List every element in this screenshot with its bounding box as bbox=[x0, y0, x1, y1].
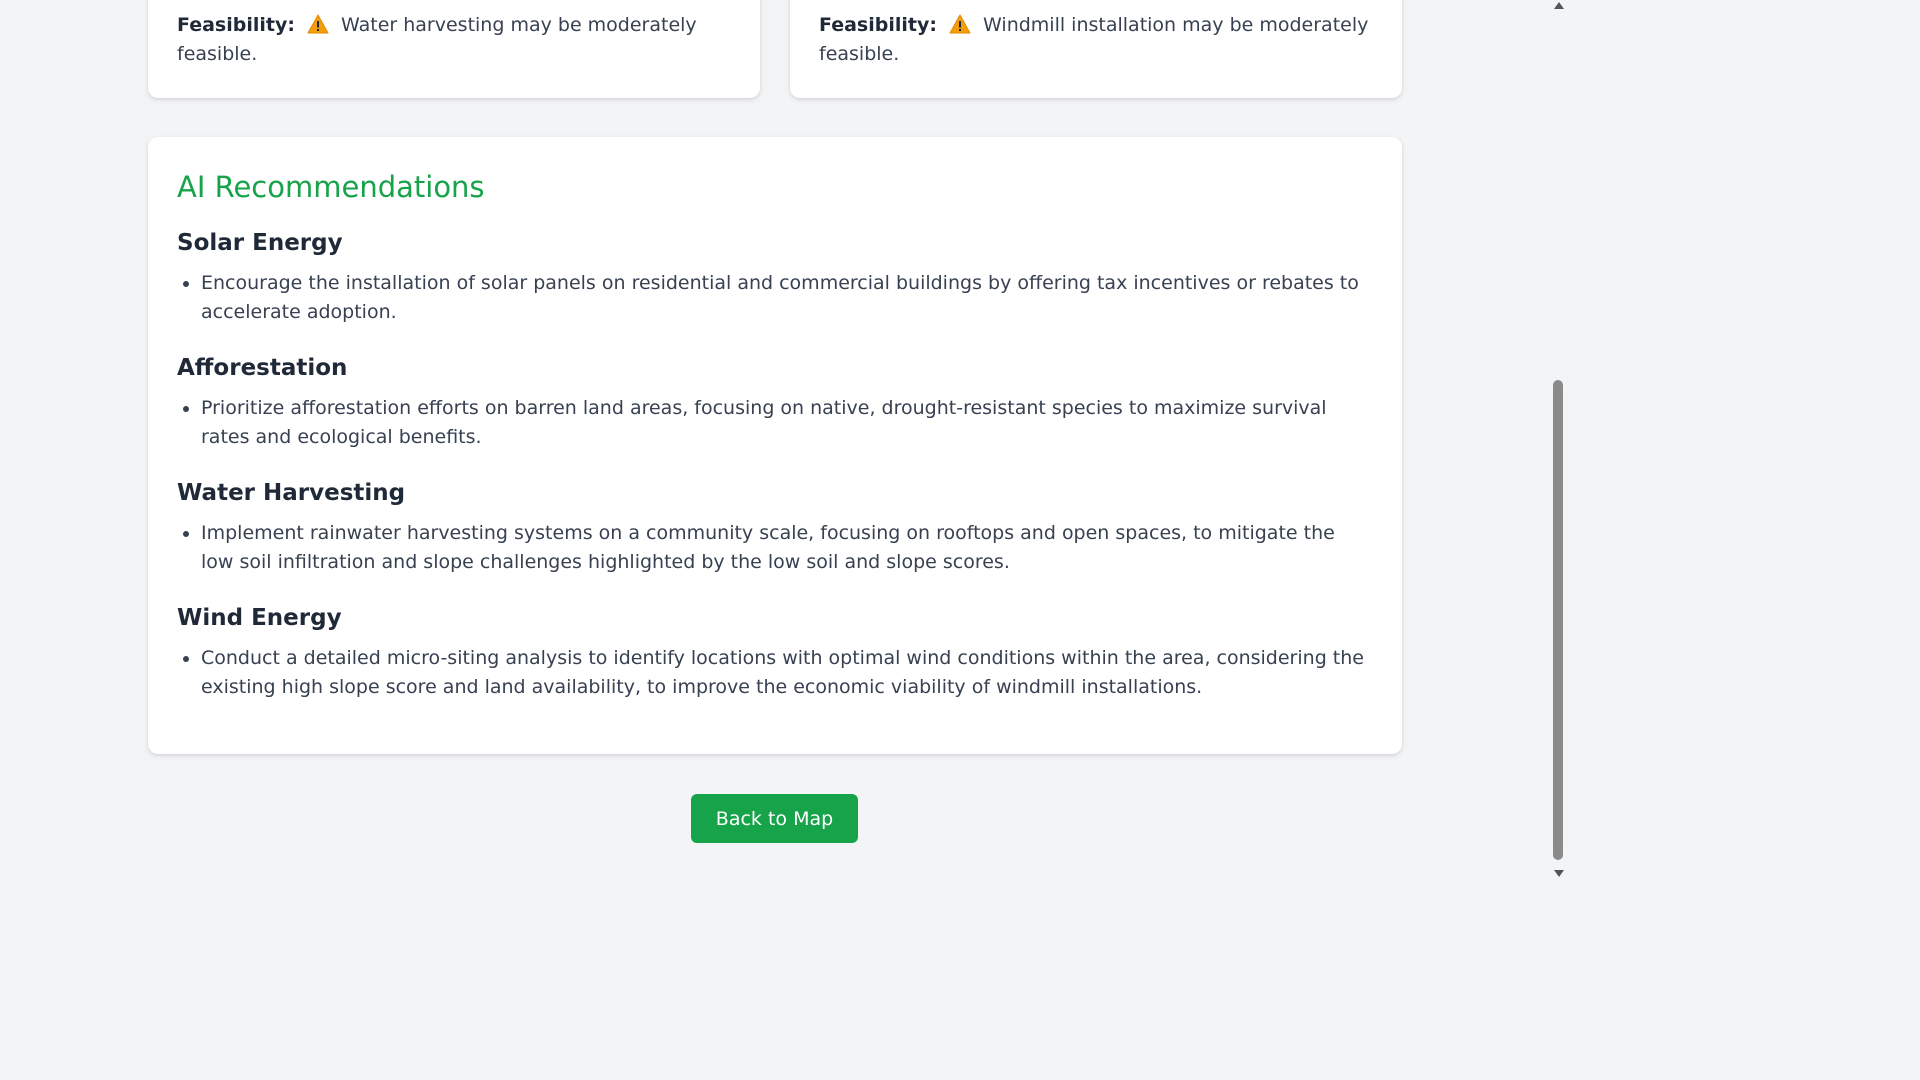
back-to-map-button[interactable]: Back to Map bbox=[691, 794, 858, 843]
page: Feasibility: Water harvesting may be mod… bbox=[0, 0, 1568, 882]
vertical-scrollbar[interactable] bbox=[1550, 0, 1568, 882]
feasibility-card-wind-energy: Feasibility: Windmill installation may b… bbox=[790, 0, 1402, 98]
recommendation-list: Encourage the installation of solar pane… bbox=[177, 269, 1373, 327]
scroll-down-arrow-icon[interactable] bbox=[1554, 870, 1564, 877]
ai-recommendations-title: AI Recommendations bbox=[177, 170, 485, 204]
feasibility-card-water-harvesting: Feasibility: Water harvesting may be mod… bbox=[148, 0, 760, 98]
feasibility-line: Feasibility: Water harvesting may be mod… bbox=[177, 11, 731, 69]
recommendation-list: Conduct a detailed micro-siting analysis… bbox=[177, 644, 1373, 702]
list-item: Implement rainwater harvesting systems o… bbox=[201, 519, 1373, 577]
list-item: Encourage the installation of solar pane… bbox=[201, 269, 1373, 327]
feasibility-label: Feasibility: bbox=[819, 14, 937, 36]
list-item: Prioritize afforestation efforts on barr… bbox=[201, 394, 1373, 452]
recommendation-list: Implement rainwater harvesting systems o… bbox=[177, 519, 1373, 577]
list-item: Conduct a detailed micro-siting analysis… bbox=[201, 644, 1373, 702]
section-heading: Wind Energy bbox=[177, 605, 342, 631]
section-heading: Water Harvesting bbox=[177, 480, 406, 506]
recommendation-section-afforestation: Afforestation Prioritize afforestation e… bbox=[177, 353, 1373, 452]
scroll-up-arrow-icon[interactable] bbox=[1554, 2, 1564, 9]
warning-icon bbox=[307, 14, 329, 34]
recommendation-list: Prioritize afforestation efforts on barr… bbox=[177, 394, 1373, 452]
recommendation-section-wind-energy: Wind Energy Conduct a detailed micro-sit… bbox=[177, 603, 1373, 702]
feasibility-line: Feasibility: Windmill installation may b… bbox=[819, 11, 1373, 69]
warning-icon bbox=[949, 14, 971, 34]
recommendation-section-solar-energy: Solar Energy Encourage the installation … bbox=[177, 228, 1373, 327]
recommendation-section-water-harvesting: Water Harvesting Implement rainwater har… bbox=[177, 478, 1373, 577]
section-heading: Solar Energy bbox=[177, 230, 343, 256]
section-heading: Afforestation bbox=[177, 355, 348, 381]
scrollbar-thumb[interactable] bbox=[1553, 380, 1563, 860]
ai-recommendations-card: AI Recommendations Solar Energy Encourag… bbox=[148, 137, 1402, 754]
feasibility-label: Feasibility: bbox=[177, 14, 295, 36]
